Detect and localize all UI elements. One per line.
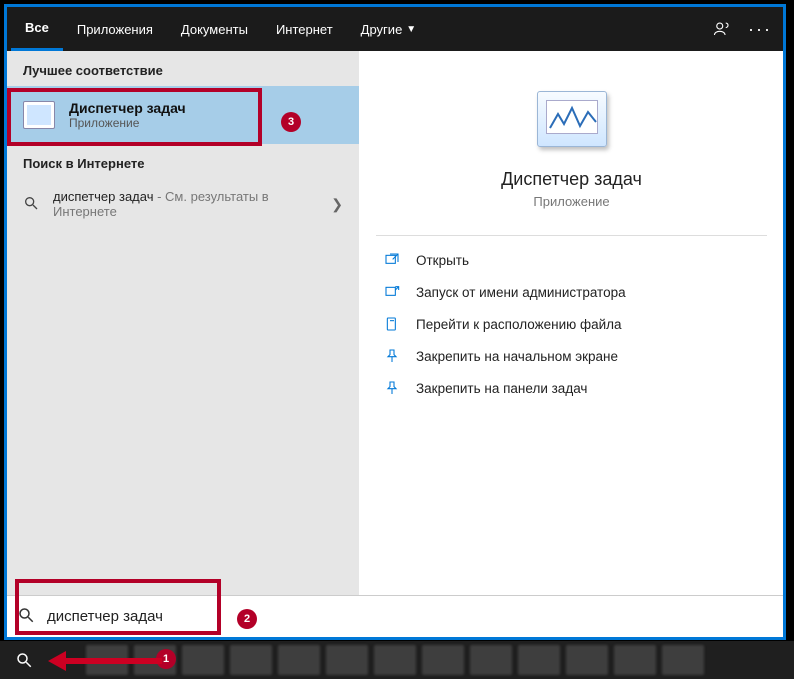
pin-taskbar-icon bbox=[380, 380, 404, 396]
task-manager-icon bbox=[23, 101, 55, 129]
taskbar-app[interactable] bbox=[374, 645, 416, 675]
taskbar bbox=[0, 641, 794, 679]
web-result[interactable]: диспетчер задач - См. результаты в Интер… bbox=[7, 179, 359, 229]
taskbar-app[interactable] bbox=[86, 645, 128, 675]
taskbar-app[interactable] bbox=[230, 645, 272, 675]
search-tabs: Все Приложения Документы Интернет Другие… bbox=[7, 7, 783, 51]
annotation-badge-1: 1 bbox=[156, 649, 176, 669]
pin-start-icon bbox=[380, 348, 404, 364]
chevron-down-icon: ▼ bbox=[406, 24, 416, 35]
taskbar-app[interactable] bbox=[662, 645, 704, 675]
annotation-badge-2: 2 bbox=[237, 609, 257, 629]
search-icon bbox=[23, 195, 43, 214]
preview-subtitle: Приложение bbox=[376, 194, 767, 209]
action-pin-start[interactable]: Закрепить на начальном экране bbox=[376, 340, 767, 372]
folder-icon bbox=[380, 316, 404, 332]
search-input[interactable] bbox=[47, 608, 773, 625]
result-title: Диспетчер задач bbox=[69, 100, 186, 116]
search-icon bbox=[17, 606, 39, 627]
action-open-location[interactable]: Перейти к расположению файла bbox=[376, 308, 767, 340]
web-result-text: диспетчер задач - См. результаты в Интер… bbox=[53, 189, 331, 219]
top-result[interactable]: Диспетчер задач Приложение bbox=[7, 86, 359, 144]
web-section-label: Поиск в Интернете bbox=[7, 144, 359, 179]
best-match-label: Лучшее соответствие bbox=[7, 51, 359, 86]
preview-app-icon bbox=[537, 91, 607, 147]
tab-web[interactable]: Интернет bbox=[262, 7, 347, 51]
results-panel: Лучшее соответствие Диспетчер задач Прил… bbox=[7, 51, 359, 595]
taskbar-app[interactable] bbox=[470, 645, 512, 675]
annotation-badge-3: 3 bbox=[281, 112, 301, 132]
taskbar-search-button[interactable] bbox=[4, 641, 44, 679]
taskbar-app[interactable] bbox=[614, 645, 656, 675]
action-open[interactable]: Открыть bbox=[376, 244, 767, 276]
preview-panel: Диспетчер задач Приложение Открыть Запус… bbox=[359, 51, 783, 595]
preview-title: Диспетчер задач bbox=[376, 169, 767, 190]
taskbar-app[interactable] bbox=[326, 645, 368, 675]
result-subtitle: Приложение bbox=[69, 116, 186, 130]
tab-apps[interactable]: Приложения bbox=[63, 7, 167, 51]
tab-docs[interactable]: Документы bbox=[167, 7, 262, 51]
taskbar-app[interactable] bbox=[518, 645, 560, 675]
search-bar[interactable] bbox=[7, 595, 783, 637]
open-icon bbox=[380, 252, 404, 268]
taskbar-app[interactable] bbox=[278, 645, 320, 675]
action-pin-taskbar[interactable]: Закрепить на панели задач bbox=[376, 372, 767, 404]
admin-icon bbox=[380, 284, 404, 300]
tab-other[interactable]: Другие▼ bbox=[347, 7, 431, 51]
taskbar-app[interactable] bbox=[422, 645, 464, 675]
taskbar-app[interactable] bbox=[182, 645, 224, 675]
more-icon[interactable]: ··· bbox=[741, 7, 779, 51]
chevron-right-icon: ❯ bbox=[331, 196, 343, 213]
action-run-admin[interactable]: Запуск от имени администратора bbox=[376, 276, 767, 308]
taskbar-app[interactable] bbox=[566, 645, 608, 675]
feedback-icon[interactable] bbox=[703, 7, 741, 51]
tab-all[interactable]: Все bbox=[11, 7, 63, 51]
